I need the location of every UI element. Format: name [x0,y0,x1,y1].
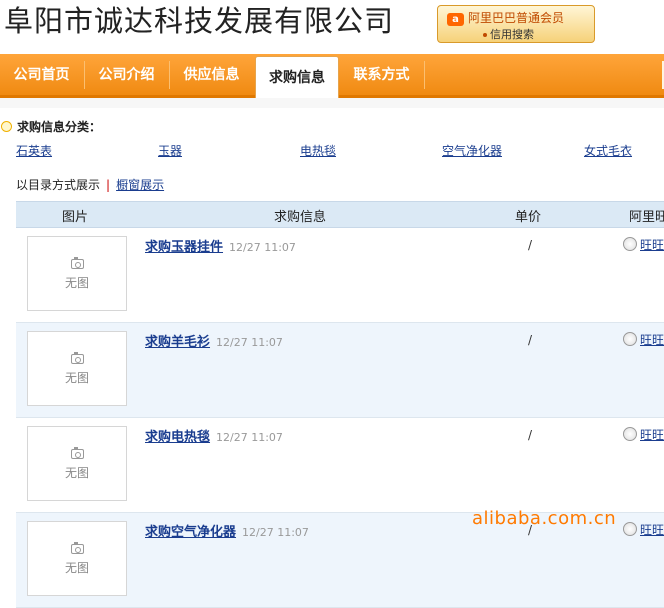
site-watermark: alibaba.com.cn [472,508,617,529]
nav-divider [424,61,425,89]
post-date: 12/27 11:07 [216,336,283,349]
camera-icon [71,542,84,554]
dot-icon [483,33,487,37]
category-link[interactable]: 空气净化器 [442,142,502,159]
divider-strip [0,98,664,108]
wangwang-icon [623,522,637,536]
post-date: 12/27 11:07 [216,431,283,444]
post-date: 12/27 11:07 [229,241,296,254]
category-link[interactable]: 电热毯 [300,142,336,159]
wangwang-contact[interactable]: 旺旺 [623,426,664,443]
category-heading: 求购信息分类： [0,118,101,135]
column-header-image: 图片 [62,210,89,225]
table-header: 图片 求购信息 单价 阿里旺旺 [16,201,664,228]
table-row: 无图 求购羊毛衫 12/27 11:07 / 旺旺 [16,323,664,418]
column-header-price: 单价 [515,210,542,225]
product-thumbnail[interactable]: 无图 [27,521,127,596]
tab-company-intro[interactable]: 公司介绍 [85,54,168,95]
product-thumbnail[interactable]: 无图 [27,236,127,311]
tab-home[interactable]: 公司首页 [0,54,83,95]
main-nav: 公司首页 公司介绍 供应信息 求购信息 联系方式 [0,54,664,98]
wangwang-icon [623,237,637,251]
product-link[interactable]: 求购羊毛衫 12/27 11:07 [145,331,283,350]
display-mode: 以目录方式展示 | 橱窗展示 [16,176,164,193]
tab-supply[interactable]: 供应信息 [170,54,253,95]
table-row: 无图 求购玉器挂件 12/27 11:07 / 旺旺 [16,228,664,323]
company-title: 阜阳市诚达科技发展有限公司 [4,4,395,38]
product-link[interactable]: 求购空气净化器 12/27 11:07 [145,521,309,540]
product-link[interactable]: 求购电热毯 12/27 11:07 [145,426,283,445]
camera-icon [71,447,84,459]
unit-price: / [528,333,533,347]
membership-label: 阿里巴巴普通会员 [468,11,565,25]
credit-search-link[interactable]: 信用搜索 [483,26,534,42]
membership-badge[interactable]: a 阿里巴巴普通会员 信用搜索 [437,5,595,43]
product-thumbnail[interactable]: 无图 [27,426,127,501]
product-link[interactable]: 求购玉器挂件 12/27 11:07 [145,236,296,255]
bullet-icon [1,121,12,132]
column-header-wangwang: 阿里旺旺 [629,210,664,225]
mode-separator: | [106,178,111,192]
purchase-table: 图片 求购信息 单价 阿里旺旺 无图 求购玉器挂件12/27 11:07 / 旺… [16,201,664,608]
alibaba-logo-icon: a [447,13,464,26]
category-link[interactable]: 女式毛衣 [584,142,632,159]
table-row: 无图 求购电热毯 12/27 11:07 / 旺旺 [16,418,664,513]
wangwang-icon [623,427,637,441]
category-link[interactable]: 石英表 [16,142,52,159]
gallery-mode-link[interactable]: 橱窗展示 [116,178,164,192]
column-header-info: 求购信息 [274,210,327,225]
wangwang-icon [623,332,637,346]
camera-icon [71,352,84,364]
wangwang-contact[interactable]: 旺旺 [623,331,664,348]
tab-purchase[interactable]: 求购信息 [255,56,339,98]
tab-contact[interactable]: 联系方式 [340,54,423,95]
post-date: 12/27 11:07 [242,526,309,539]
unit-price: / [528,428,533,442]
list-mode-label: 以目录方式展示 [16,178,101,192]
unit-price: / [528,238,533,252]
wangwang-contact[interactable]: 旺旺 [623,236,664,253]
wangwang-contact[interactable]: 旺旺 [623,521,664,538]
camera-icon [71,257,84,269]
product-thumbnail[interactable]: 无图 [27,331,127,406]
category-link[interactable]: 玉器 [158,142,182,159]
